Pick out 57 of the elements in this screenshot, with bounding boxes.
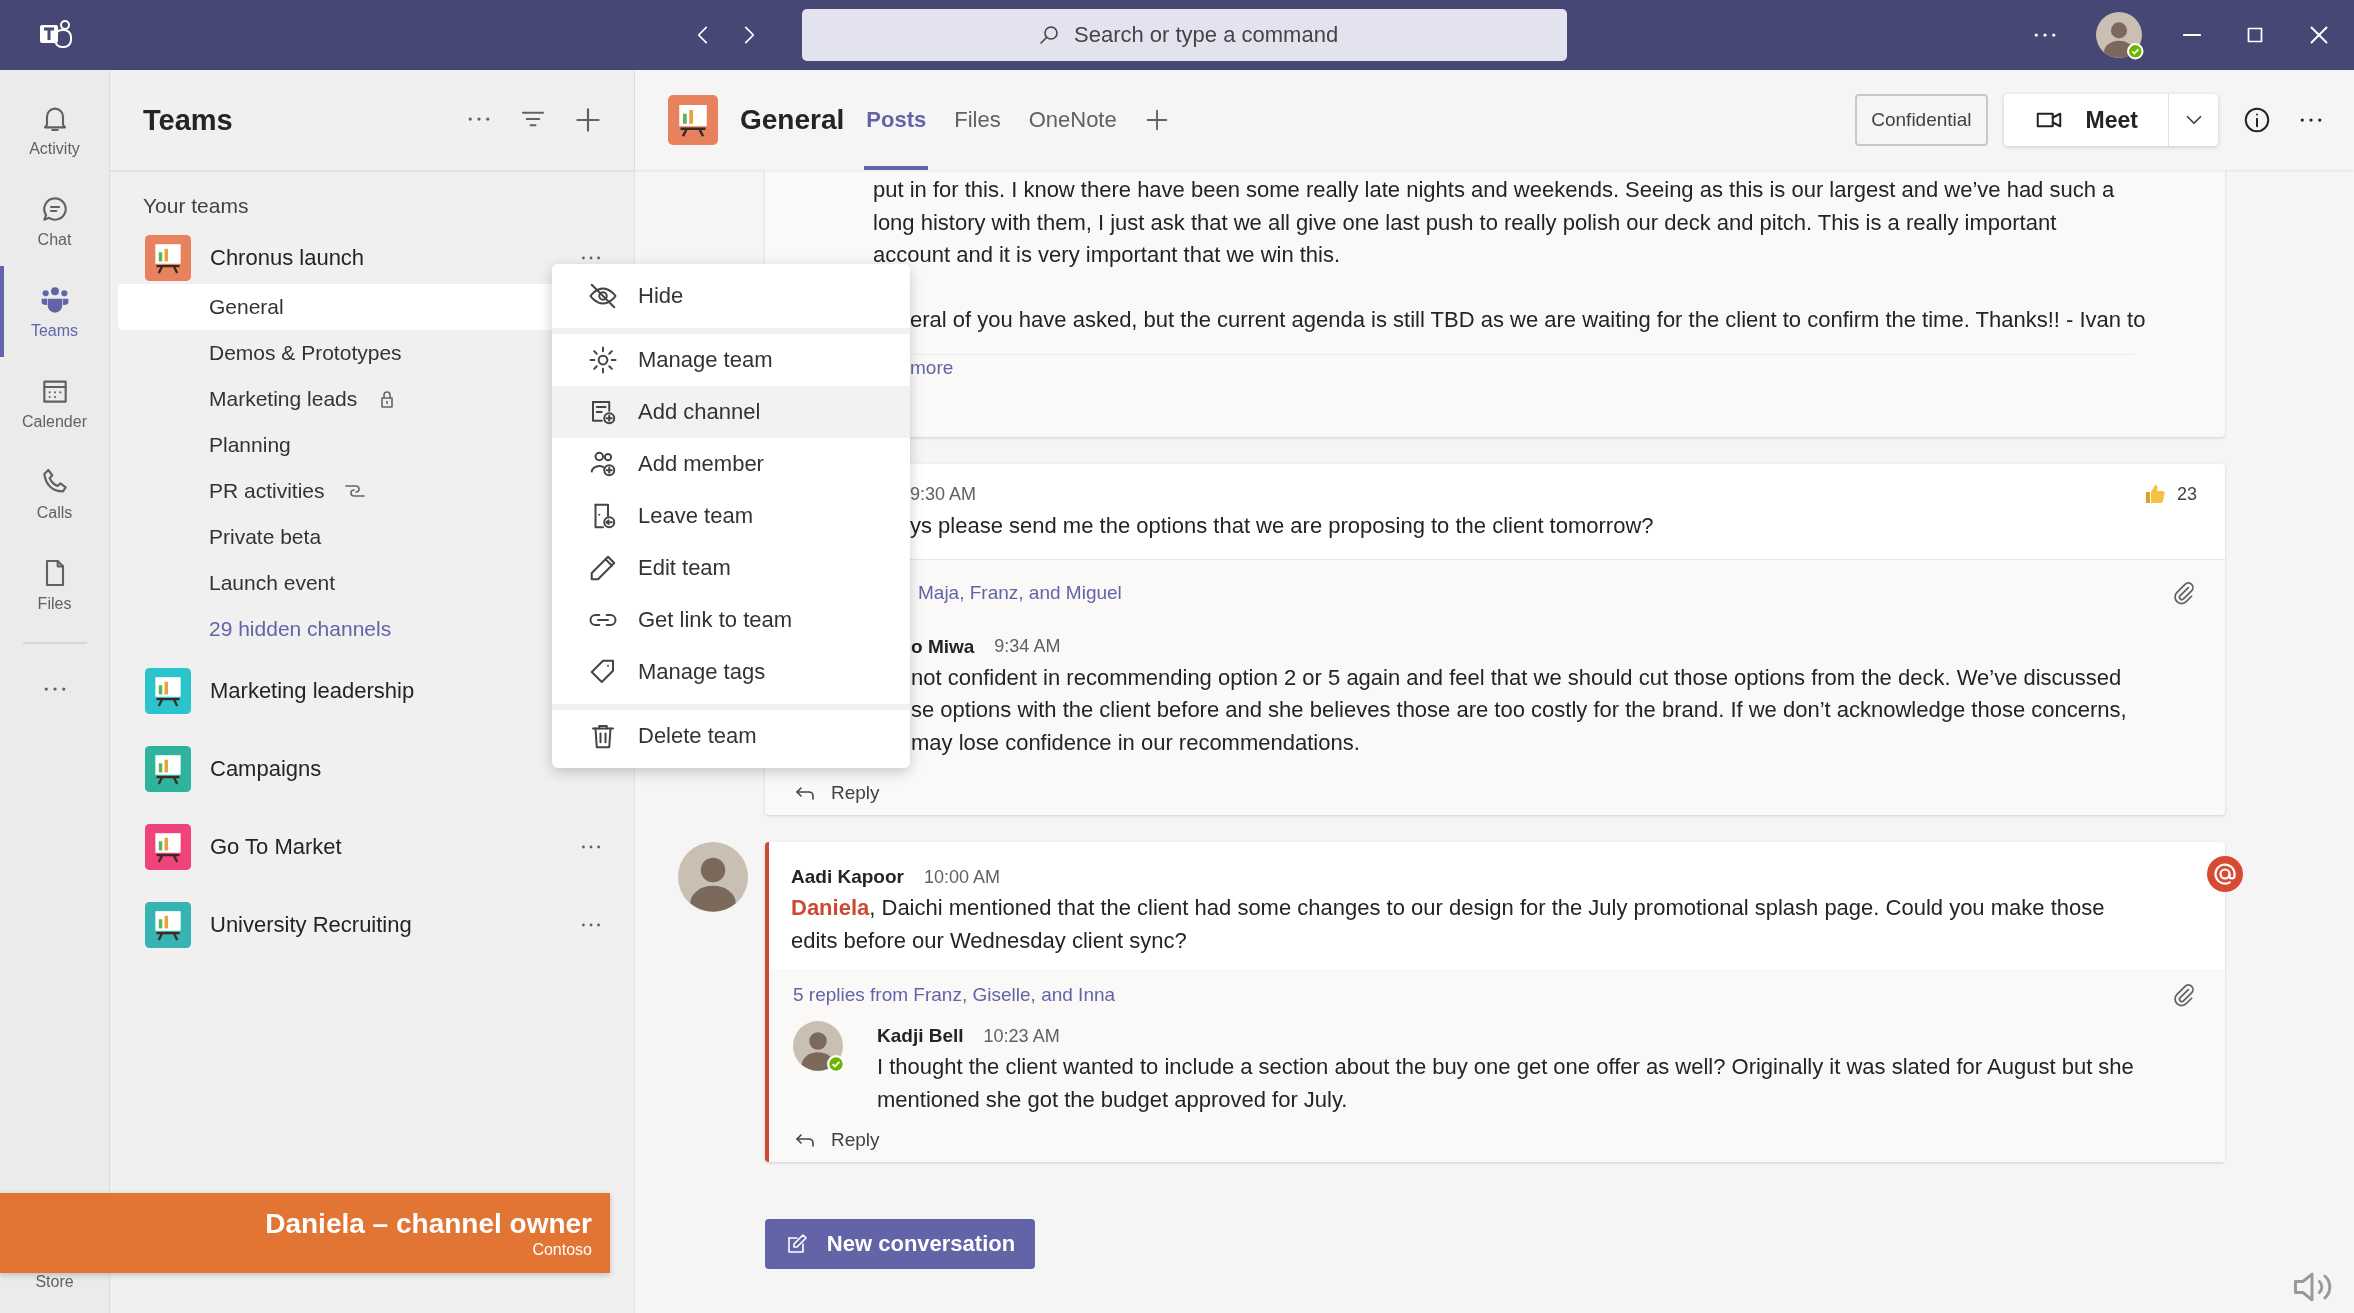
- menu-item[interactable]: Add channel: [552, 386, 910, 438]
- rail-tab[interactable]: Chat: [0, 175, 110, 266]
- paperclip-icon[interactable]: [2171, 982, 2197, 1008]
- team-item[interactable]: University Recruiting: [110, 886, 634, 964]
- hidden-channels-link[interactable]: 29 hidden channels: [209, 617, 392, 641]
- reaction[interactable]: 23: [2142, 482, 2197, 506]
- replies-link[interactable]: Maja, Franz, and Miguel: [918, 581, 1122, 604]
- message-text: eral of you have asked, but the current agenda is still TBD as we are waiting for the client to confirm the time. Thanks!! - Ivan to: [909, 305, 2146, 334]
- channel-title: General: [740, 104, 845, 136]
- available-status-icon: [827, 1055, 845, 1073]
- tab[interactable]: Posts: [864, 70, 929, 170]
- menu-item[interactable]: Delete team: [552, 704, 910, 762]
- replies-link[interactable]: 5 replies from Franz, Giselle, and Inna: [793, 984, 1116, 1006]
- message-text: may lose confidence in our recommendations.: [910, 728, 1360, 757]
- hidden-eye-icon: [588, 281, 618, 311]
- message-text: not confident in recommending option 2 or 5 again and feel that we should cut those options from the deck. We’ve discussed: [910, 663, 2122, 692]
- rail-tab[interactable]: Files: [0, 539, 110, 630]
- reply-link[interactable]: Reply: [831, 1129, 880, 1151]
- author-name: Aadi Kapoor: [791, 866, 904, 888]
- message-text: put in for this. I know there have been some really late nights and weekends. Seeing as this is our largest and we’ve had such a long history with them, I just ask that we all give one last push to really polish our deck and pitch. This is a really important account and it is very important that we win this.: [873, 176, 2115, 269]
- banner-title: Daniela – channel owner: [264, 1207, 592, 1241]
- message-text: ys please send me the options that we are proposing to the client tomorrow?: [909, 512, 1654, 540]
- panel-title: Teams: [143, 103, 233, 137]
- menu-item[interactable]: Edit team: [552, 542, 910, 594]
- menu-item[interactable]: Get link to team: [552, 594, 910, 646]
- author-name: o Miwa: [911, 635, 975, 658]
- message-text: Daniela, Daichi mentioned that the client had some changes to our design for the July promotional splash page. Could you make those edits before our Wednesday client sync?: [791, 894, 2106, 955]
- pencil-icon: [588, 553, 618, 583]
- rail-tab[interactable]: Calender: [0, 357, 110, 448]
- info-icon[interactable]: [2242, 105, 2272, 135]
- message-time: 10:23 AM: [983, 1025, 1060, 1047]
- team-icon: [668, 95, 718, 145]
- new-conversation-button[interactable]: New conversation: [765, 1219, 1035, 1269]
- rail-tab[interactable]: Calls: [0, 448, 110, 539]
- tab[interactable]: Files: [952, 70, 1003, 170]
- search-icon: [1037, 23, 1061, 47]
- add-person-icon: [588, 449, 618, 479]
- message-time: 9:34 AM: [994, 636, 1061, 657]
- banner-subtitle: Contoso: [531, 1241, 592, 1259]
- avatar: [678, 842, 748, 912]
- rail-tab[interactable]: Activity: [0, 84, 110, 175]
- section-label: Your teams: [142, 193, 250, 219]
- available-status-icon: [2127, 43, 2144, 60]
- team-item[interactable]: Go To Market: [110, 808, 634, 886]
- author-name: Kadji Bell: [877, 1025, 964, 1047]
- paperclip-icon[interactable]: [2171, 579, 2197, 606]
- message-text: se options with the client before and she believes those are too costly for the brand. If we don’t acknowledge those concerns,: [910, 696, 2127, 724]
- sensitivity-label-button[interactable]: Confidential: [1855, 94, 1988, 146]
- teams-logo-icon[interactable]: [38, 19, 74, 51]
- search-field[interactable]: Search or type a command: [802, 9, 1567, 61]
- message-text: I thought the client wanted to include a section about the buy one get one offer as well? Originally it was slated for August but she mentioned she got the budget approved for July.: [877, 1053, 2135, 1114]
- rail-tab[interactable]: Teams: [0, 266, 110, 357]
- tab[interactable]: OneNote: [1026, 70, 1119, 170]
- message-time: 10:00 AM: [923, 866, 1000, 888]
- message-time: 9:30 AM: [910, 483, 977, 505]
- reply-link[interactable]: Reply: [831, 782, 880, 804]
- rail-tab[interactable]: Store: [0, 1273, 110, 1313]
